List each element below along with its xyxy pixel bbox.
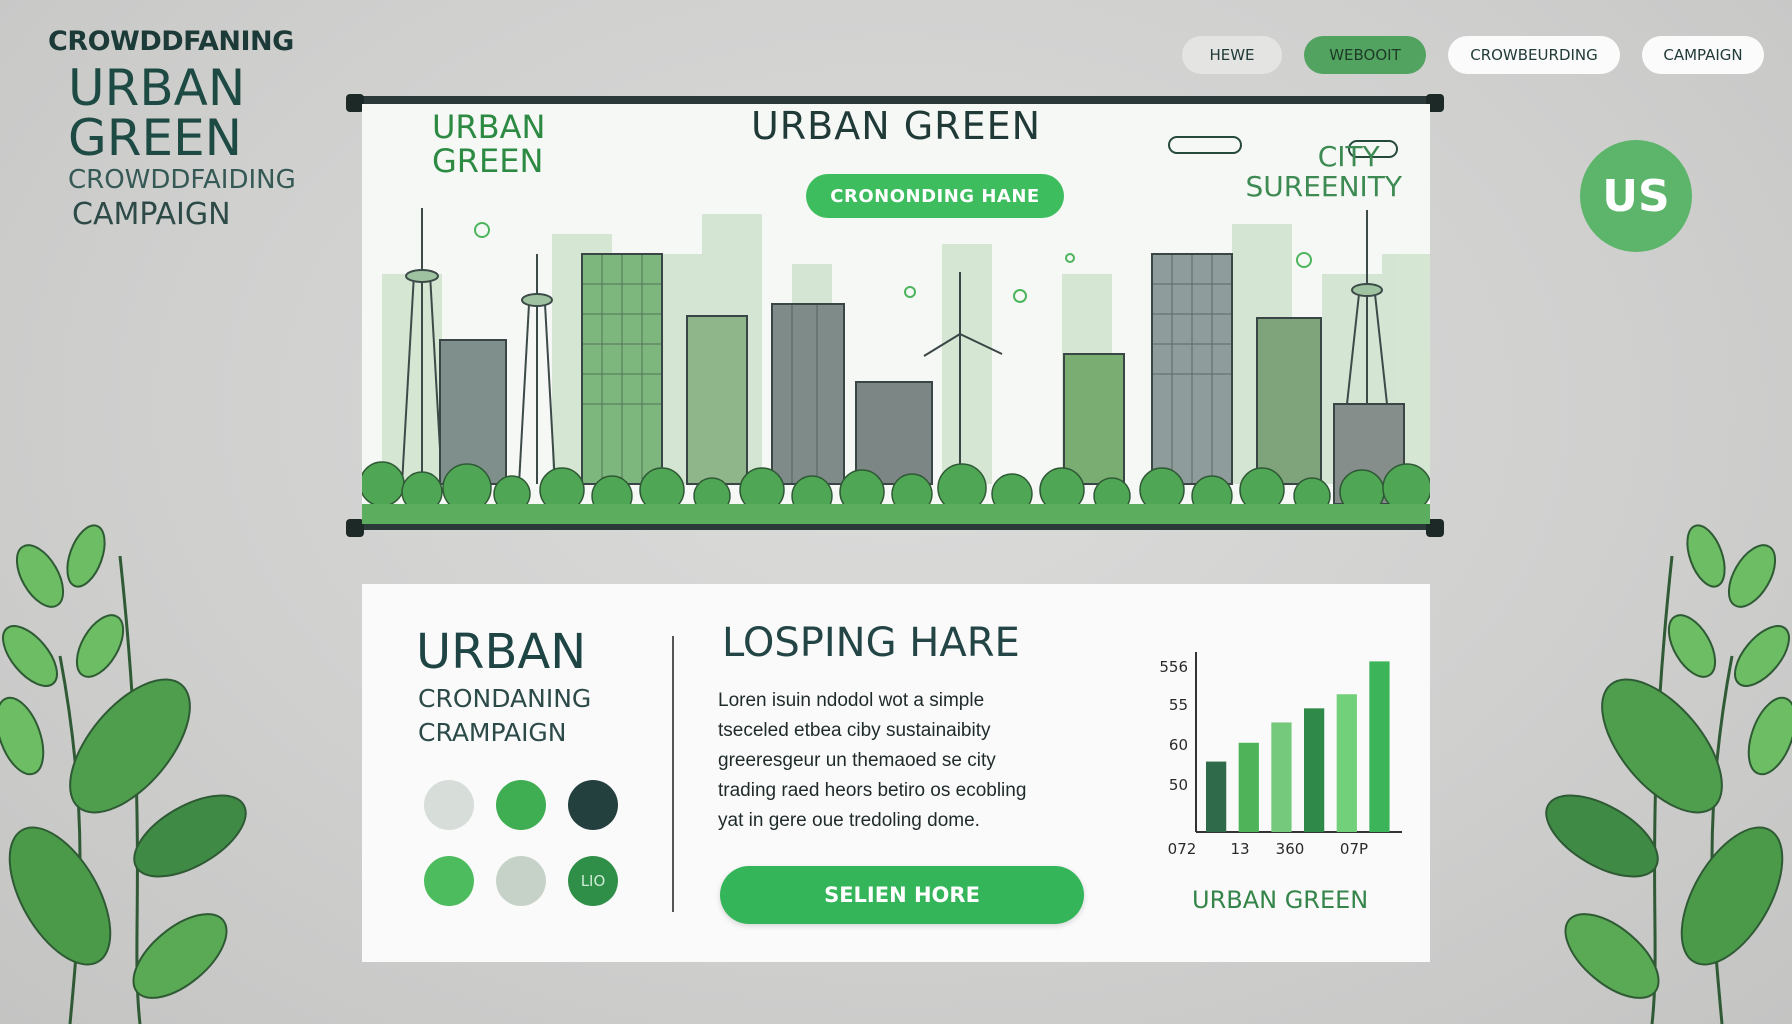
chart-title: URBAN GREEN [1192,886,1369,914]
chart-x-tick-label: 360 [1276,840,1305,858]
card-title: URBAN [416,624,587,680]
right-plant-decoration [1545,524,1792,1024]
chart-y-tick-label: 55 [1169,696,1188,714]
chart-bar [1369,661,1390,832]
us-badge[interactable]: US [1580,140,1692,252]
chart-x-tick-label: 07P [1340,840,1368,858]
card-subtitle: CRONDANING CRAMPAIGN [418,682,591,750]
left-plant-decoration [0,524,247,1024]
hero-right-text: CITY SUREENITY [1245,142,1402,202]
hero-right-line2: SUREENITY [1245,170,1402,203]
color-swatch-badge[interactable]: LIO [568,856,618,906]
color-swatch[interactable] [424,780,474,830]
chart-y-tick-label: 556 [1159,658,1188,676]
top-nav: HEWE WEBOOIT CROWBEURDING CAMPAIGN [1182,36,1764,74]
chart-y-tick-label: 60 [1169,736,1188,754]
hero-logo-line2: GREEN [432,142,544,180]
hero-right-line1: CITY [1317,140,1380,173]
bar-chart: 556 55 60 50 072 13 360 07P [1159,652,1402,858]
paragraph-line: trading raed heors betiro os ecobling [718,780,1027,801]
color-swatch[interactable] [496,780,546,830]
card-subtitle-line2: CRAMPAIGN [418,718,567,747]
paragraph-line: greeresgeur un themaoed se city [718,750,996,771]
chart-bar [1271,722,1292,832]
nav-item-website[interactable]: WEBOOIT [1304,36,1426,74]
color-swatch[interactable] [496,856,546,906]
campaign-card: URBAN CRONDANING CRAMPAIGN LIO LOSPING H… [362,584,1430,962]
brand-kicker: CROWDDFANING [48,26,294,57]
card-cta-button[interactable]: SELIEN HORE [720,866,1084,924]
chart-bar [1238,742,1259,832]
brand-subtitle-line1: CROWDDFAIDING [68,165,296,195]
hero-cta-button[interactable]: CRONONDING HANE [806,174,1064,218]
nav-item-home[interactable]: HEWE [1182,36,1282,74]
chart-x-tick-label: 072 [1168,840,1197,858]
color-swatch[interactable] [568,780,618,830]
brand-block: CROWDDFANING URBAN GREEN CROWDDFAIDING C… [48,26,338,232]
chart-bar [1206,761,1227,832]
chart-x-tick-label: 13 [1230,840,1249,858]
brand-subtitle-line2: CAMPAIGN [72,197,231,232]
card-heading: LOSPING HARE [722,620,1020,666]
chart-bar [1304,708,1325,832]
paragraph-line: yat in gere oue tredoling dome. [718,810,980,831]
color-swatches: LIO [424,780,618,906]
nav-item-campaign[interactable]: CAMPAIGN [1642,36,1764,74]
paragraph-line: Loren isuin ndodol wot a simple [718,690,985,711]
card-paragraph: Loren isuin ndodol wot a simple tseceled… [718,686,1098,836]
chart-bar [1336,694,1357,832]
color-swatch[interactable] [424,856,474,906]
banner-top-rod [348,96,1444,104]
brand-title-line1: URBAN [68,59,246,117]
nav-item-crowdfunding[interactable]: CROWBEURDING [1448,36,1620,74]
hero-banner: URBAN GREEN URBAN GREEN CRONONDING HANE … [362,104,1430,524]
brand-title-line2: GREEN [68,109,243,167]
vertical-divider [672,636,674,912]
hero-tag [1168,136,1242,154]
card-subtitle-line1: CRONDANING [418,684,592,713]
chart-y-tick-label: 50 [1169,776,1188,794]
paragraph-line: tseceled etbea ciby sustainaibity [718,720,991,741]
swatch-badge-label: LIO [580,872,606,890]
